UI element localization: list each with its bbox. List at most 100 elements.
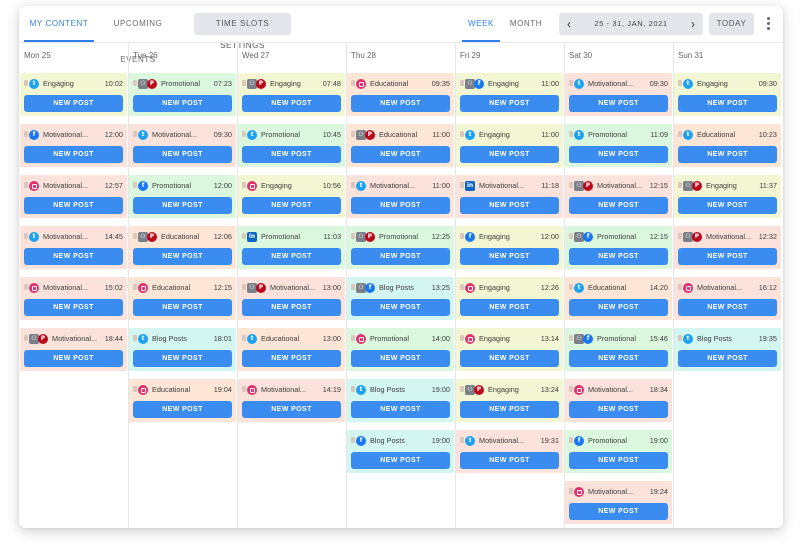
- time-slot[interactable]: t Motivational... 09:30 NEW POST: [565, 73, 672, 116]
- new-post-button[interactable]: NEW POST: [24, 146, 123, 163]
- time-slot[interactable]: ⚇ P Engaging 13:24 NEW POST: [456, 379, 563, 422]
- new-post-button[interactable]: NEW POST: [351, 197, 450, 214]
- drag-handle-icon[interactable]: [351, 335, 355, 341]
- new-post-button[interactable]: NEW POST: [460, 197, 559, 214]
- drag-handle-icon[interactable]: [460, 386, 464, 392]
- new-post-button[interactable]: NEW POST: [242, 401, 341, 418]
- drag-handle-icon[interactable]: [678, 233, 682, 239]
- drag-handle-icon[interactable]: [569, 131, 573, 137]
- prev-week-chevron-icon[interactable]: ‹: [559, 13, 579, 35]
- new-post-button[interactable]: NEW POST: [351, 401, 450, 418]
- time-slot[interactable]: Motivational... 18:34 NEW POST: [565, 379, 672, 422]
- drag-handle-icon[interactable]: [242, 80, 246, 86]
- drag-handle-icon[interactable]: [678, 335, 682, 341]
- time-slot[interactable]: Motivational... 15:02 NEW POST: [20, 277, 127, 320]
- new-post-button[interactable]: NEW POST: [24, 350, 123, 367]
- time-slot[interactable]: Motivational... 19:24 NEW POST: [565, 481, 672, 524]
- drag-handle-icon[interactable]: [460, 233, 464, 239]
- time-slot[interactable]: f Motivational... 12:00 NEW POST: [20, 124, 127, 167]
- drag-handle-icon[interactable]: [242, 182, 246, 188]
- new-post-button[interactable]: NEW POST: [133, 146, 232, 163]
- time-slot[interactable]: t Promotional 10:45 NEW POST: [238, 124, 345, 167]
- drag-handle-icon[interactable]: [460, 182, 464, 188]
- new-post-button[interactable]: NEW POST: [460, 452, 559, 469]
- tab-my-content[interactable]: MY CONTENT: [24, 6, 94, 42]
- new-post-button[interactable]: NEW POST: [569, 350, 668, 367]
- drag-handle-icon[interactable]: [351, 182, 355, 188]
- today-button[interactable]: TODAY: [709, 13, 754, 35]
- new-post-button[interactable]: NEW POST: [242, 299, 341, 316]
- drag-handle-icon[interactable]: [460, 80, 464, 86]
- drag-handle-icon[interactable]: [24, 182, 28, 188]
- drag-handle-icon[interactable]: [242, 386, 246, 392]
- new-post-button[interactable]: NEW POST: [133, 197, 232, 214]
- time-slot[interactable]: Motivational... 14:19 NEW POST: [238, 379, 345, 422]
- time-slot[interactable]: ⚇ P Motivational... 12:15 NEW POST: [565, 175, 672, 218]
- time-slot[interactable]: t Engaging 10:02 NEW POST: [20, 73, 127, 116]
- time-slot[interactable]: t Educational 14:20 NEW POST: [565, 277, 672, 320]
- new-post-button[interactable]: NEW POST: [678, 248, 777, 265]
- time-slot[interactable]: f Promotional 19:00 NEW POST: [565, 430, 672, 473]
- drag-handle-icon[interactable]: [242, 131, 246, 137]
- time-slot[interactable]: ⚇ P Engaging 11:37 NEW POST: [674, 175, 781, 218]
- time-slot[interactable]: ⚇ P Promotional 12:25 NEW POST: [347, 226, 454, 269]
- drag-handle-icon[interactable]: [678, 284, 682, 290]
- drag-handle-icon[interactable]: [569, 335, 573, 341]
- drag-handle-icon[interactable]: [351, 233, 355, 239]
- drag-handle-icon[interactable]: [351, 284, 355, 290]
- time-slot[interactable]: Promotional 14:00 NEW POST: [347, 328, 454, 371]
- new-post-button[interactable]: NEW POST: [351, 452, 450, 469]
- drag-handle-icon[interactable]: [24, 80, 28, 86]
- new-post-button[interactable]: NEW POST: [242, 146, 341, 163]
- drag-handle-icon[interactable]: [351, 386, 355, 392]
- new-post-button[interactable]: NEW POST: [569, 248, 668, 265]
- new-post-button[interactable]: NEW POST: [569, 197, 668, 214]
- drag-handle-icon[interactable]: [678, 182, 682, 188]
- drag-handle-icon[interactable]: [133, 233, 137, 239]
- drag-handle-icon[interactable]: [351, 80, 355, 86]
- tab-upcoming-events[interactable]: UPCOMING EVENTS: [97, 6, 179, 64]
- time-slot[interactable]: t Blog Posts 18:01 NEW POST: [129, 328, 236, 371]
- time-slot[interactable]: t Motivational... 14:45 NEW POST: [20, 226, 127, 269]
- new-post-button[interactable]: NEW POST: [351, 248, 450, 265]
- time-slot[interactable]: Engaging 10:56 NEW POST: [238, 175, 345, 218]
- drag-handle-icon[interactable]: [569, 386, 573, 392]
- time-slot[interactable]: ⚇ P Educational 12:06 NEW POST: [129, 226, 236, 269]
- more-options-icon[interactable]: [763, 15, 773, 33]
- new-post-button[interactable]: NEW POST: [678, 299, 777, 316]
- time-slot[interactable]: Educational 12:15 NEW POST: [129, 277, 236, 320]
- new-post-button[interactable]: NEW POST: [569, 95, 668, 112]
- new-post-button[interactable]: NEW POST: [24, 95, 123, 112]
- drag-handle-icon[interactable]: [460, 284, 464, 290]
- new-post-button[interactable]: NEW POST: [133, 299, 232, 316]
- drag-handle-icon[interactable]: [242, 335, 246, 341]
- new-post-button[interactable]: NEW POST: [133, 401, 232, 418]
- new-post-button[interactable]: NEW POST: [133, 95, 232, 112]
- time-slot[interactable]: ⚇ P Motivational... 13:00 NEW POST: [238, 277, 345, 320]
- drag-handle-icon[interactable]: [24, 233, 28, 239]
- new-post-button[interactable]: NEW POST: [678, 146, 777, 163]
- new-post-button[interactable]: NEW POST: [678, 95, 777, 112]
- new-post-button[interactable]: NEW POST: [460, 350, 559, 367]
- drag-handle-icon[interactable]: [133, 284, 137, 290]
- new-post-button[interactable]: NEW POST: [569, 146, 668, 163]
- time-slot[interactable]: Engaging 13:14 NEW POST: [456, 328, 563, 371]
- new-post-button[interactable]: NEW POST: [569, 452, 668, 469]
- drag-handle-icon[interactable]: [569, 488, 573, 494]
- time-slot[interactable]: t Motivational... 09:30 NEW POST: [129, 124, 236, 167]
- new-post-button[interactable]: NEW POST: [460, 401, 559, 418]
- next-week-chevron-icon[interactable]: ›: [683, 13, 703, 35]
- time-slot[interactable]: Motivational... 12:57 NEW POST: [20, 175, 127, 218]
- drag-handle-icon[interactable]: [678, 80, 682, 86]
- new-post-button[interactable]: NEW POST: [351, 95, 450, 112]
- tab-week[interactable]: WEEK: [462, 6, 500, 42]
- drag-handle-icon[interactable]: [569, 182, 573, 188]
- drag-handle-icon[interactable]: [242, 284, 246, 290]
- time-slot[interactable]: t Engaging 11:00 NEW POST: [456, 124, 563, 167]
- drag-handle-icon[interactable]: [24, 131, 28, 137]
- new-post-button[interactable]: NEW POST: [24, 248, 123, 265]
- drag-handle-icon[interactable]: [351, 131, 355, 137]
- drag-handle-icon[interactable]: [242, 233, 246, 239]
- time-slot[interactable]: t Blog Posts 19:00 NEW POST: [347, 379, 454, 422]
- new-post-button[interactable]: NEW POST: [351, 299, 450, 316]
